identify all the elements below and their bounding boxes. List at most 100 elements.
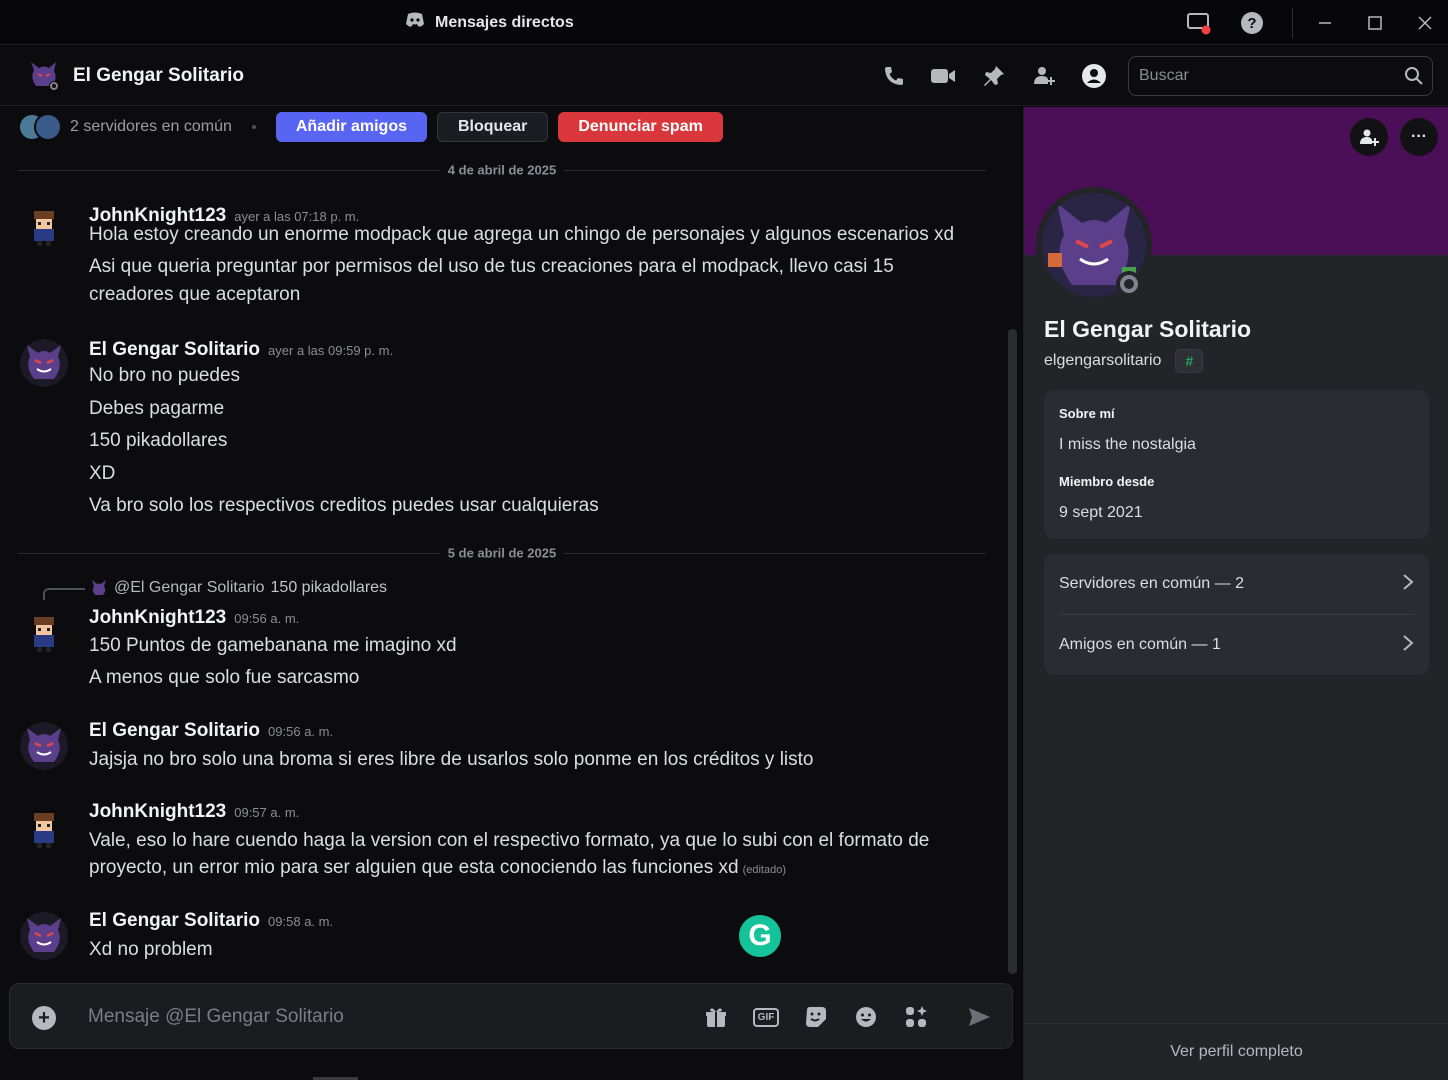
- sticker-icon[interactable]: [803, 1004, 829, 1030]
- reply-text[interactable]: 150 pikadollares: [271, 579, 388, 597]
- separator-dot: [251, 125, 256, 129]
- author-name[interactable]: JohnKnight123: [89, 801, 226, 822]
- message-line-edited: proyecto, un error mio para ser alguien …: [89, 854, 969, 884]
- message-line: creadores que aceptaron: [89, 284, 301, 305]
- title-bar: Mensajes directos ?: [0, 0, 1448, 45]
- send-icon[interactable]: [966, 1004, 992, 1030]
- message-line: proyecto, un error mio para ser alguien …: [89, 857, 739, 878]
- add-friend-button[interactable]: Añadir amigos: [275, 112, 427, 142]
- chat-scrollbar[interactable]: [1008, 329, 1017, 974]
- message-line: XD: [89, 463, 116, 484]
- message-input[interactable]: [88, 1002, 688, 1032]
- message-line: 150 pikadollares: [89, 430, 228, 451]
- author-avatar[interactable]: [20, 201, 68, 249]
- mutual-card: Servidores en común — 2 Amigos en común …: [1044, 554, 1429, 675]
- date-divider: 4 de abril de 2025: [18, 162, 986, 178]
- pin-icon[interactable]: [981, 63, 1007, 89]
- friend-action-bar: 2 servidores en común Añadir amigos Bloq…: [18, 110, 733, 144]
- mutual-servers-count[interactable]: 2 servidores en común: [70, 118, 232, 136]
- timestamp: 09:57 a. m.: [234, 805, 300, 820]
- gift-icon[interactable]: [703, 1004, 729, 1030]
- about-card: Sobre mí I miss the nostalgia Miembro de…: [1044, 390, 1429, 539]
- message-line: Jajsja no bro solo una broma si eres lib…: [89, 749, 814, 770]
- dm-header: El Gengar Solitario: [0, 46, 1448, 106]
- message-line: Xd no problem: [89, 939, 213, 960]
- date-divider-label: 5 de abril de 2025: [439, 545, 565, 561]
- window-title-group: Mensajes directos: [405, 12, 574, 33]
- add-friend-icon[interactable]: [1350, 118, 1388, 156]
- search-box[interactable]: [1128, 56, 1433, 96]
- mutual-friends-label: Amigos en común — 1: [1059, 636, 1221, 653]
- report-spam-button[interactable]: Denunciar spam: [558, 112, 723, 142]
- message-line: No bro no puedes: [89, 365, 241, 386]
- mutual-servers-row[interactable]: Servidores en común — 2: [1059, 554, 1414, 614]
- message-line: Asi que queria preguntar por permisos de…: [89, 256, 894, 277]
- svg-text:?: ?: [1247, 15, 1256, 32]
- profile-icon[interactable]: [1081, 63, 1107, 89]
- apps-icon[interactable]: [903, 1004, 929, 1030]
- emoji-icon[interactable]: [853, 1004, 879, 1030]
- author-name[interactable]: JohnKnight123: [89, 607, 226, 628]
- author-name[interactable]: El Gengar Solitario: [89, 910, 260, 931]
- profile-name: El Gengar Solitario: [1044, 316, 1252, 342]
- more-options-icon[interactable]: ···: [1400, 118, 1438, 156]
- about-text: I miss the nostalgia: [1059, 436, 1196, 453]
- view-full-profile-link[interactable]: Ver perfil completo: [1024, 1023, 1448, 1080]
- server-avatar[interactable]: [34, 113, 62, 141]
- block-button[interactable]: Bloquear: [437, 112, 549, 142]
- mutual-servers-label: Servidores en común — 2: [1059, 575, 1244, 592]
- profile-username-row: elgengarsolitario #: [1044, 349, 1204, 373]
- reply-avatar-icon: [92, 580, 106, 595]
- gif-label: GIF: [752, 1007, 780, 1027]
- mutual-friends-row[interactable]: Amigos en común — 1: [1059, 615, 1414, 675]
- search-icon: [1404, 66, 1424, 91]
- message-line: Va bro solo los respectivos creditos pue…: [89, 495, 599, 516]
- add-member-icon[interactable]: [1031, 63, 1057, 89]
- screen-share-icon[interactable]: [1186, 10, 1212, 36]
- search-input[interactable]: [1129, 57, 1432, 95]
- phone-icon[interactable]: [881, 63, 907, 89]
- about-label: Sobre mí: [1059, 406, 1115, 421]
- video-icon[interactable]: [930, 63, 956, 89]
- author-avatar[interactable]: [20, 339, 68, 387]
- date-divider: 5 de abril de 2025: [18, 545, 986, 561]
- message-line: A menos que solo fue sarcasmo: [89, 667, 360, 688]
- message-line: 150 Puntos de gamebanana me imagino xd: [89, 635, 457, 656]
- reply-author[interactable]: @El Gengar Solitario: [114, 579, 265, 597]
- timestamp: ayer a las 09:59 p. m.: [268, 343, 394, 358]
- author-avatar[interactable]: [20, 803, 68, 851]
- close-icon[interactable]: [1412, 10, 1438, 36]
- dm-title: El Gengar Solitario: [73, 65, 245, 86]
- timestamp: 09:58 a. m.: [268, 914, 334, 929]
- message-line: Hola estoy creando un enorme modpack que…: [89, 224, 955, 245]
- maximize-icon[interactable]: [1362, 10, 1388, 36]
- grammarly-button[interactable]: G: [736, 912, 784, 960]
- timestamp: 09:56 a. m.: [268, 724, 334, 739]
- plus-icon[interactable]: +: [32, 1006, 56, 1030]
- window-title: Mensajes directos: [435, 13, 574, 31]
- member-since-label: Miembro desde: [1059, 474, 1155, 489]
- hashtag-badge-icon[interactable]: #: [1175, 349, 1204, 373]
- message-line: Debes pagarme: [89, 398, 225, 419]
- author-avatar[interactable]: [20, 722, 68, 770]
- header-avatar[interactable]: [28, 60, 60, 92]
- author-avatar[interactable]: [20, 607, 68, 655]
- profile-username[interactable]: elgengarsolitario: [1044, 352, 1161, 370]
- status-indicator: [1116, 271, 1142, 297]
- gif-icon[interactable]: GIF: [752, 1004, 780, 1030]
- chevron-right-icon: [1402, 571, 1414, 597]
- author-name[interactable]: El Gengar Solitario: [89, 720, 260, 741]
- discord-icon: [405, 12, 425, 33]
- author-name[interactable]: El Gengar Solitario: [89, 339, 260, 360]
- reply-connector: [43, 588, 85, 600]
- edited-marker: (editado): [742, 864, 786, 876]
- titlebar-separator: [1292, 8, 1293, 38]
- member-since-value: 9 sept 2021: [1059, 504, 1143, 521]
- chat-area: 2 servidores en común Añadir amigos Bloq…: [0, 107, 1022, 1080]
- timestamp: 09:56 a. m.: [234, 611, 300, 626]
- date-divider-label: 4 de abril de 2025: [439, 162, 565, 178]
- help-icon[interactable]: ?: [1239, 10, 1265, 36]
- chevron-right-icon: [1402, 632, 1414, 658]
- minimize-icon[interactable]: [1312, 10, 1338, 36]
- author-avatar[interactable]: [20, 912, 68, 960]
